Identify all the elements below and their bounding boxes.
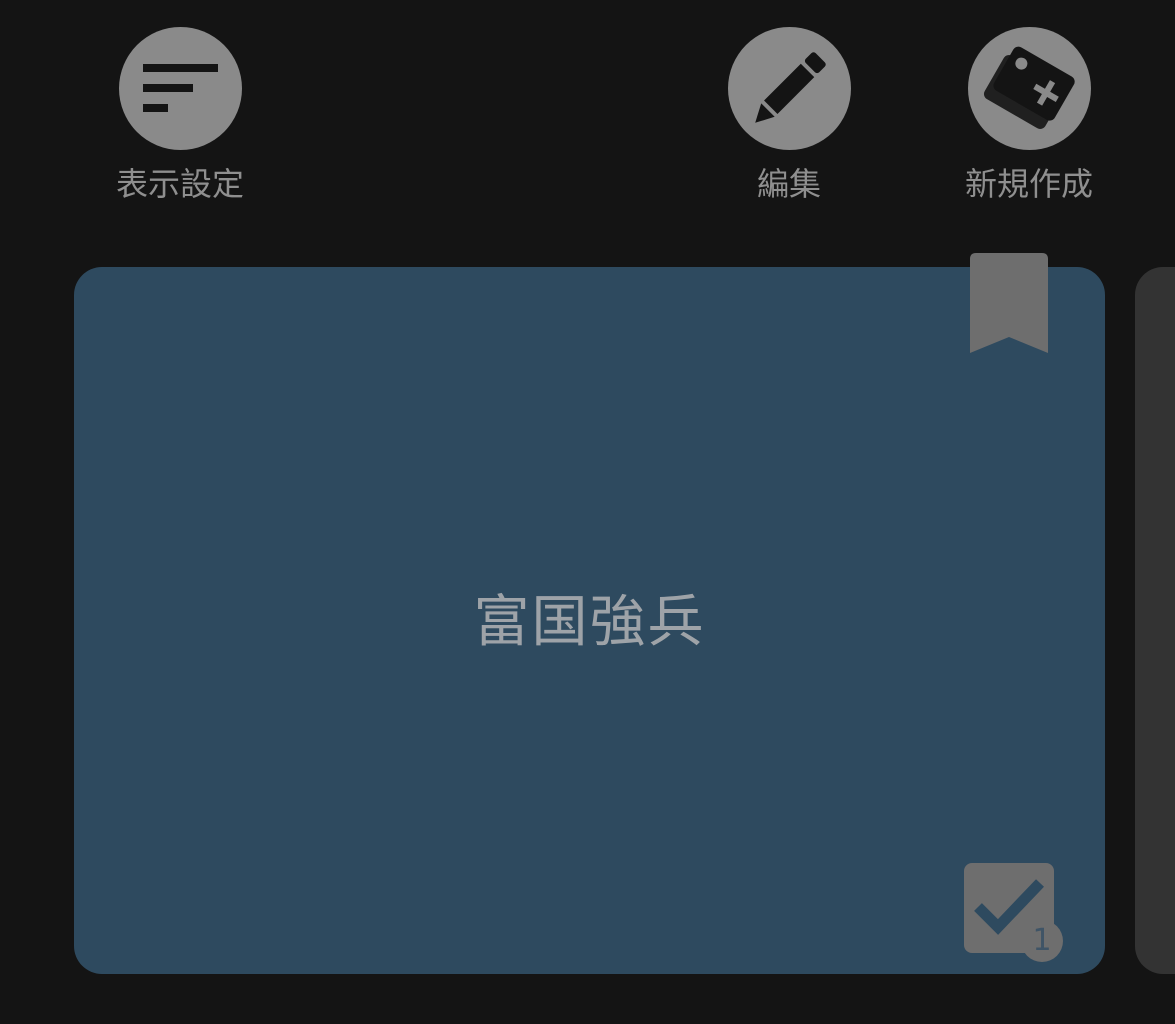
next-flashcard[interactable] — [1135, 267, 1175, 974]
edit-label: 編集 — [756, 165, 821, 203]
check-count-badge: 1 — [1021, 920, 1063, 962]
pencil-icon — [754, 52, 826, 123]
new-card-button[interactable]: 新規作成 — [954, 27, 1104, 217]
new-card-icon-circle — [967, 27, 1091, 150]
display-settings-icon-circle — [118, 27, 242, 150]
display-settings-label: 表示設定 — [115, 165, 244, 203]
bookmark-icon — [970, 253, 1048, 353]
display-settings-button[interactable]: 表示設定 — [105, 27, 255, 217]
edit-icon-circle — [727, 27, 851, 150]
app-screen: 表示設定 編集 新規作成 富国強兵 1 — [0, 0, 1175, 1024]
bookmark-button[interactable] — [970, 253, 1048, 353]
add-card-icon — [983, 46, 1075, 129]
new-card-label: 新規作成 — [964, 165, 1093, 203]
sort-lines-icon — [142, 64, 218, 112]
card-title: 富国強兵 — [473, 590, 706, 655]
flashcard[interactable]: 富国強兵 — [74, 267, 1105, 974]
edit-button[interactable]: 編集 — [714, 27, 864, 217]
